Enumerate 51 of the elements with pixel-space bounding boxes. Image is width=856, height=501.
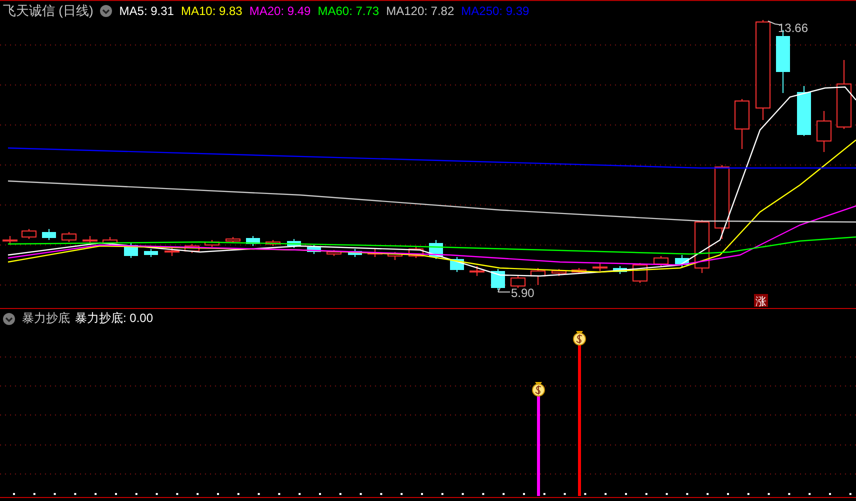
- rise-badge: 涨: [754, 294, 768, 308]
- stock-title: 飞天诚信 (日线): [3, 2, 94, 20]
- candlestick: [307, 244, 321, 254]
- candlestick: [368, 248, 382, 258]
- candlestick: [42, 228, 56, 240]
- candlestick: [226, 236, 240, 244]
- candlestick: [124, 242, 138, 258]
- candlestick: [816, 110, 832, 152]
- moving-average-label: MA60: 7.73: [318, 4, 380, 18]
- moving-average-label: MA120: 7.82: [386, 4, 454, 18]
- candlestick: [287, 238, 301, 248]
- candlestick: [266, 240, 280, 246]
- candlestick: [797, 86, 811, 136]
- candlestick: [734, 98, 750, 150]
- money-bag-icon: [532, 382, 545, 396]
- candlestick: [82, 236, 98, 244]
- dropdown-icon[interactable]: [100, 4, 112, 16]
- candlestick: [348, 248, 362, 258]
- candlestick: [510, 276, 526, 288]
- moving-average-label: MA250: 9.39: [461, 4, 530, 18]
- moving-average-label: MA10: 9.83: [180, 4, 242, 18]
- indicator-value: 暴力抄底: 0.00: [75, 310, 154, 327]
- candlestick: [2, 236, 18, 244]
- candlestick: [408, 246, 424, 258]
- candlestick: [491, 268, 505, 290]
- candlestick: [694, 220, 710, 274]
- candlestick: [326, 250, 342, 256]
- candlestick: [836, 60, 852, 130]
- candlestick: [592, 262, 608, 272]
- moving-average-label: MA20: 9.49: [249, 4, 311, 18]
- candlestick: [164, 246, 180, 256]
- candlestick: [470, 266, 484, 276]
- money-bag-icon: [573, 331, 586, 346]
- candlestick: [429, 240, 443, 260]
- candlestick: [184, 244, 200, 254]
- candlestick: [144, 248, 158, 258]
- candlestick: [246, 236, 260, 246]
- candlestick: [675, 254, 689, 268]
- candlestick: [654, 256, 668, 266]
- candlestick: [204, 240, 220, 248]
- indicator-name: 暴力抄底: [22, 310, 70, 327]
- candlestick: [572, 268, 586, 274]
- moving-average-label: MA5: 9.31: [119, 4, 174, 18]
- candlestick: [388, 252, 402, 260]
- candlestick: [613, 266, 627, 274]
- candlestick: [22, 228, 36, 240]
- candlestick: [62, 232, 76, 242]
- candlestick: [450, 256, 464, 272]
- candlestick: [552, 268, 566, 276]
- dropdown-icon[interactable]: [3, 312, 15, 324]
- candlestick: [530, 268, 546, 286]
